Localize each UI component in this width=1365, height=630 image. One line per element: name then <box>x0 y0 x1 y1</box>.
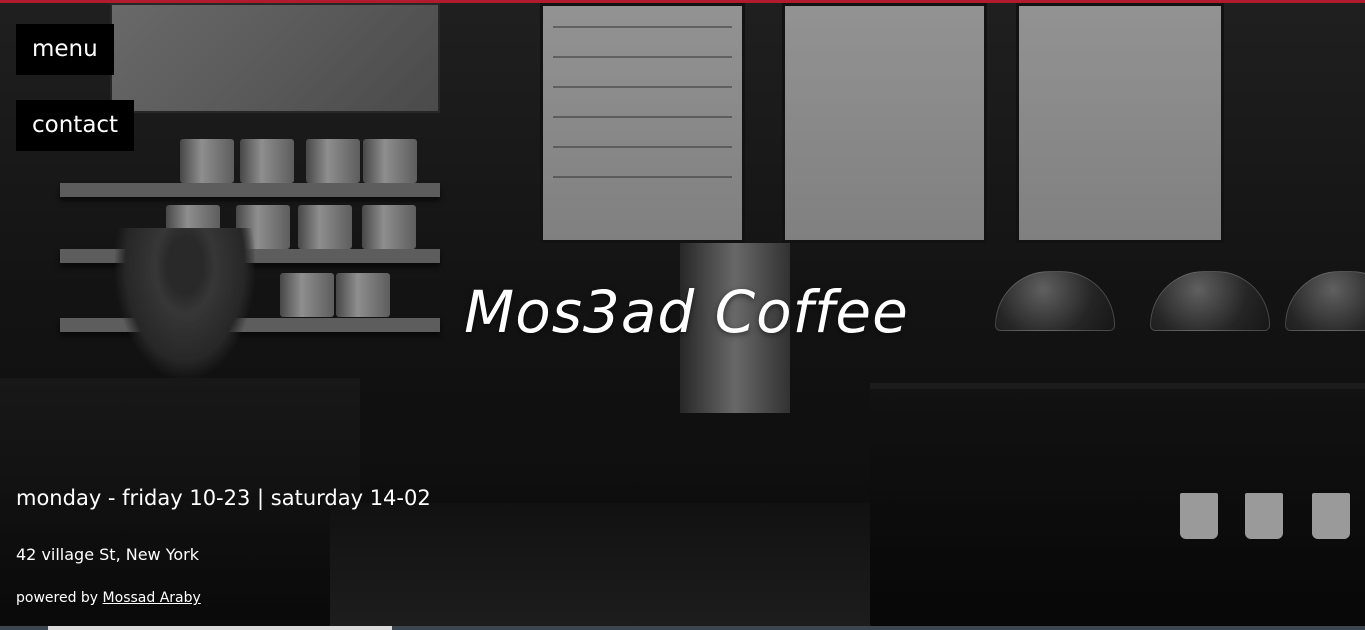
scrollbar-thumb[interactable] <box>48 626 392 630</box>
address: 42 village St, New York <box>16 545 200 564</box>
author-link[interactable]: Mossad Araby <box>103 590 201 606</box>
powered-by-prefix: powered by <box>16 590 99 606</box>
powered-by: powered by Mossad Araby <box>16 590 201 606</box>
menu-button[interactable]: menu <box>16 24 114 75</box>
horizontal-scrollbar[interactable] <box>0 626 1365 630</box>
site-title-text: Mos3ad Coffee <box>464 278 909 346</box>
opening-hours: monday - friday 10-23 | saturday 14-02 <box>16 486 431 510</box>
site-title: Mos3ad Coffee <box>0 278 1365 346</box>
contact-button[interactable]: contact <box>16 100 135 151</box>
